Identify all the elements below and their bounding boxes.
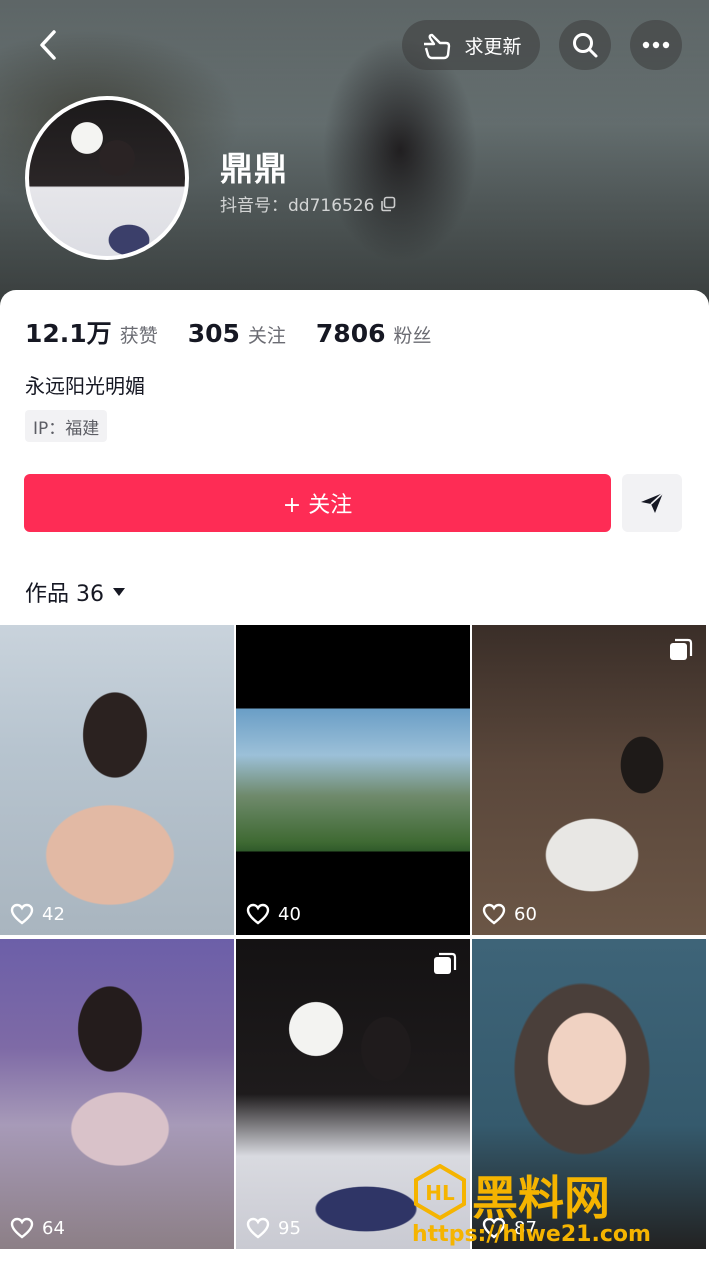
share-button[interactable] [622, 474, 682, 532]
avatar[interactable] [25, 96, 189, 260]
multi-image-icon [434, 952, 457, 974]
stat-label: 粉丝 [393, 325, 432, 347]
video-tile[interactable]: 60 [472, 625, 706, 935]
video-tile[interactable]: 42 [0, 625, 234, 935]
bio-text: 永远阳光明媚 [25, 374, 145, 398]
stat-value: 7806 [315, 319, 386, 348]
douyin-id[interactable]: 抖音号：dd716526 [220, 191, 396, 216]
like-count-text: 64 [42, 1217, 65, 1239]
stat-followers[interactable]: 7806 粉丝 [316, 319, 432, 348]
like-count-text: 95 [278, 1217, 301, 1239]
profile-card: 12.1万 获赞 305 关注 7806 粉丝 永远阳光明媚 IP：福建 + 关… [0, 290, 709, 1279]
stat-label: 关注 [247, 325, 286, 347]
video-tile[interactable]: 40 [236, 625, 470, 935]
stat-value: 305 [187, 319, 240, 348]
stat-value: 12.1万 [25, 319, 112, 348]
more-dots-icon [642, 41, 670, 49]
back-button[interactable] [34, 28, 64, 62]
caret-down-icon [113, 588, 125, 596]
more-button[interactable] [630, 20, 682, 70]
send-icon [641, 492, 664, 513]
video-tile[interactable]: 64 [0, 939, 234, 1249]
like-count: 40 [246, 903, 301, 925]
stat-label: 获赞 [119, 325, 158, 347]
like-count: 95 [246, 1217, 301, 1239]
search-button[interactable] [559, 20, 611, 70]
works-label: 作品 36 [25, 582, 104, 607]
like-count-text: 60 [514, 903, 537, 925]
heart-icon [246, 1217, 270, 1239]
watermark-logo-text: HL [425, 1181, 455, 1205]
pointing-hand-icon [424, 33, 451, 60]
works-tab[interactable]: 作品 36 [25, 576, 126, 608]
heart-icon [10, 1217, 34, 1239]
follow-button[interactable]: + 关注 [24, 474, 611, 532]
watermark-logo-icon: HL [414, 1164, 466, 1220]
watermark-text: 黑料网 [472, 1171, 610, 1225]
heart-icon [246, 903, 270, 925]
like-count: 60 [482, 903, 537, 925]
watermark-url: https://hlwe21.com [412, 1222, 651, 1247]
heart-icon [10, 903, 34, 925]
copy-icon[interactable] [380, 196, 396, 212]
like-count: 42 [10, 903, 65, 925]
like-count-text: 40 [278, 903, 301, 925]
search-icon [573, 33, 598, 58]
stat-following[interactable]: 305 关注 [188, 319, 286, 348]
watermark: HL 黑料网 https://hlwe21.com [412, 1162, 692, 1262]
stat-likes[interactable]: 12.1万 获赞 [25, 314, 158, 350]
like-count: 64 [10, 1217, 65, 1239]
multi-image-icon [670, 638, 693, 660]
chevron-left-icon [40, 30, 56, 60]
request-update-button[interactable]: 求更新 [402, 20, 540, 70]
ip-location-badge: IP：福建 [25, 410, 108, 442]
request-update-label: 求更新 [464, 35, 522, 58]
like-count-text: 42 [42, 903, 65, 925]
stats-row: 12.1万 获赞 305 关注 7806 粉丝 [25, 314, 462, 350]
douyin-id-text: 抖音号：dd716526 [220, 196, 375, 216]
profile-name: 鼎鼎 [220, 149, 288, 188]
heart-icon [482, 903, 506, 925]
